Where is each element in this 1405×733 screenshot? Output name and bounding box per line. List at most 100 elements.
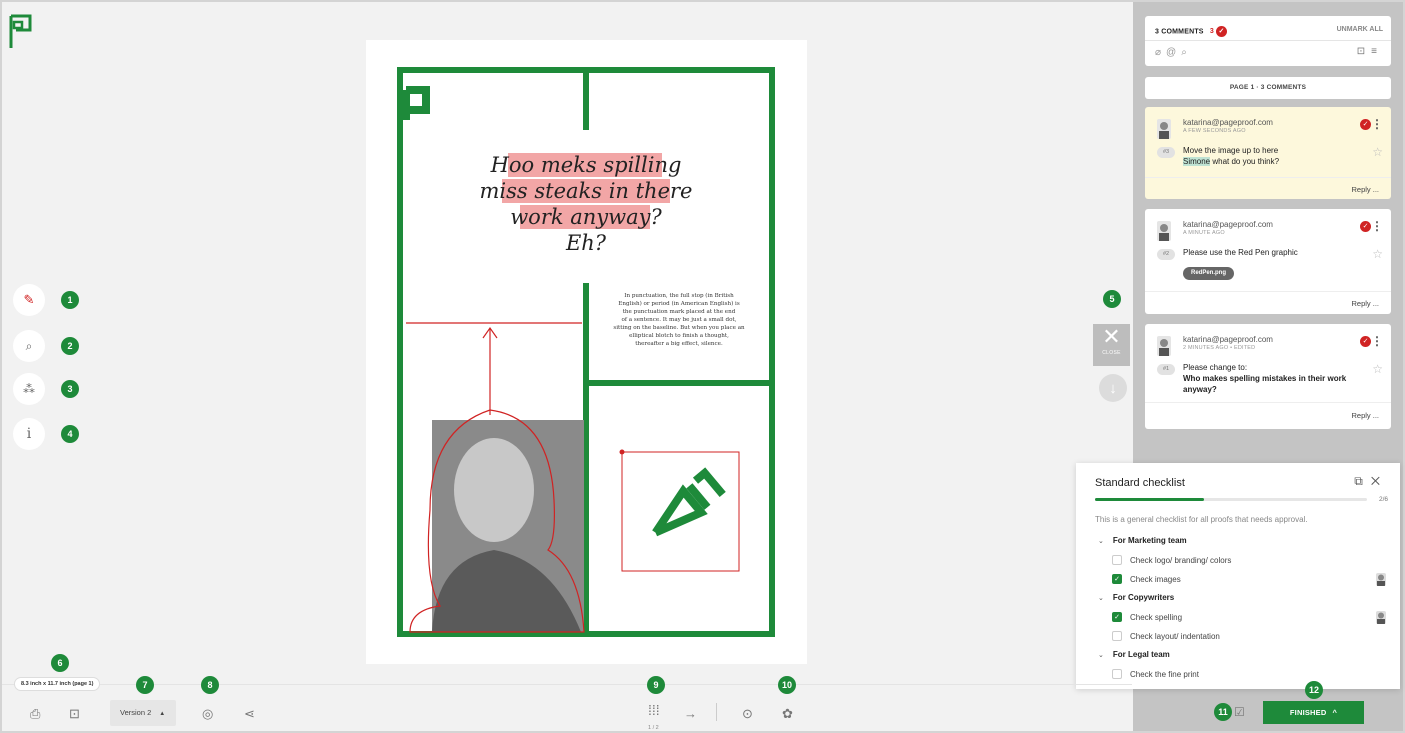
callout-badge: 3 (61, 380, 79, 398)
close-comments-button[interactable]: ✕ CLOSE (1093, 324, 1130, 366)
attachment-icon[interactable]: ⌀ (1155, 47, 1166, 58)
checklist-item[interactable]: ✓ Check spelling (1112, 612, 1182, 622)
comment-sort-tools: ⊡≡ (1357, 46, 1383, 57)
comment-author: katarina@pageproof.com (1183, 220, 1273, 229)
checklist-item[interactable]: ✓ Check images (1112, 574, 1181, 584)
info-button[interactable]: i (13, 418, 45, 450)
star-icon[interactable]: ☆ (1372, 362, 1383, 376)
comment-filter-tools: ⌀@⌕ (1155, 47, 1192, 58)
checkbox[interactable] (1112, 669, 1122, 679)
checkbox[interactable] (1112, 555, 1122, 565)
proof-page[interactable]: Hoo meks spilling miss steaks in there w… (366, 40, 807, 664)
reply-button[interactable]: Reply ... (1351, 299, 1379, 308)
checklist-section[interactable]: ⌄ For Legal team (1098, 650, 1170, 659)
close-icon: ✕ (1102, 324, 1121, 349)
finished-button[interactable]: FINISHED ^ (1263, 701, 1364, 724)
color-palette-icon[interactable]: ✿ (782, 706, 793, 722)
arrow-right-icon[interactable]: → (684, 706, 697, 721)
zoom-icon: ⌕ (25, 338, 33, 353)
magic-tool-button[interactable]: ⁂ (13, 373, 45, 405)
open-external-icon[interactable]: ⧉ (1354, 474, 1371, 488)
zoom-button[interactable]: ⌕ (13, 330, 45, 362)
comment-card[interactable]: katarina@pageproof.com 2 MINUTES AGO • E… (1145, 324, 1391, 429)
callout-badge: 10 (778, 676, 796, 694)
checklist-item[interactable]: Check layout/ indentation (1112, 631, 1220, 641)
comment-number: #1 (1157, 364, 1175, 375)
comment-time: A FEW SECONDS AGO (1183, 128, 1246, 134)
grid-icon[interactable]: ⁞⁞⁞ (648, 702, 660, 718)
comment-number: #2 (1157, 249, 1175, 260)
preview-icon[interactable]: ⊙ (742, 706, 753, 722)
compare-icon[interactable]: ◎ (202, 706, 213, 722)
headline-line-4: Eh? (565, 231, 607, 255)
divider (1145, 402, 1391, 403)
avatar (1376, 611, 1386, 624)
item-label: Check layout/ indentation (1130, 631, 1220, 641)
body-line: In punctuation, the full stop (in Britis… (624, 293, 734, 299)
checklist-item[interactable]: Check the fine print (1112, 669, 1199, 679)
callout-badge: 11 (1214, 703, 1232, 721)
comment-text: Move the image up to here Simone what do… (1183, 145, 1363, 167)
more-options-icon[interactable]: ⋮ (1371, 117, 1383, 131)
avatar (1376, 573, 1386, 586)
resolved-check-icon[interactable]: ✓ (1360, 336, 1371, 347)
more-options-icon[interactable]: ⋮ (1371, 219, 1383, 233)
checkbox-checked[interactable]: ✓ (1112, 574, 1122, 584)
scroll-down-button[interactable]: ↓ (1099, 374, 1127, 402)
search-icon[interactable]: ⌕ (1181, 47, 1192, 58)
close-icon[interactable]: ✕ (1371, 474, 1388, 488)
callout-badge: 7 (136, 676, 154, 694)
print-icon[interactable]: ⎙ (30, 706, 40, 722)
markup-pen-button[interactable]: ✎ (13, 284, 45, 316)
proof-headline: Hoo meks spilling miss steaks in there w… (456, 152, 716, 256)
checklist-progress (1095, 498, 1367, 501)
checklist-section[interactable]: ⌄ For Marketing team (1098, 536, 1187, 545)
version-selector[interactable]: Version 2 ▲ (110, 700, 176, 726)
comment-icon[interactable]: ⊡ (1357, 46, 1371, 57)
callout-badge: 2 (61, 337, 79, 355)
checklist-fraction: 2/6 (1378, 496, 1388, 503)
mention-icon[interactable]: @ (1166, 47, 1181, 58)
comment-line-rest: what do you think? (1210, 157, 1280, 166)
comment-line: Move the image up to here (1183, 146, 1279, 155)
avatar (1157, 336, 1171, 356)
checklist-item[interactable]: Check logo/ branding/ colors (1112, 555, 1231, 565)
close-label: CLOSE (1102, 350, 1121, 356)
sort-icon[interactable]: ≡ (1371, 46, 1383, 57)
comment-text: Please change to: Who makes spelling mis… (1183, 362, 1363, 395)
proof-artwork (397, 67, 775, 637)
section-title: For Marketing team (1112, 536, 1187, 545)
headline-line-3: work anyway? (510, 205, 662, 229)
callout-badge: 8 (201, 676, 219, 694)
info-icon: i (26, 426, 32, 442)
checkbox[interactable] (1112, 631, 1122, 641)
reply-button[interactable]: Reply ... (1351, 185, 1379, 194)
resolved-check-icon[interactable]: ✓ (1360, 221, 1371, 232)
comment-pin-icon[interactable]: ⊡ (69, 706, 80, 722)
attachment-chip[interactable]: RedPen.png (1183, 267, 1235, 280)
unmark-all-button[interactable]: UNMARK ALL (1337, 26, 1383, 33)
share-icon[interactable]: ⋖ (244, 706, 255, 722)
page-comments-header: PAGE 1 · 3 COMMENTS (1145, 77, 1391, 99)
checklist-toggle-icon[interactable]: ☑ (1234, 705, 1245, 719)
checklist-section[interactable]: ⌄ For Copywriters (1098, 593, 1174, 602)
reply-button[interactable]: Reply ... (1351, 411, 1379, 420)
avatar (1157, 119, 1171, 139)
chevron-down-icon: ⌄ (1098, 595, 1104, 602)
callout-badge: 4 (61, 425, 79, 443)
callout-badge: 9 (647, 676, 665, 694)
proof-body-text: In punctuation, the full stop (in Britis… (592, 292, 766, 348)
comment-text: Please use the Red Pen graphic (1183, 248, 1298, 257)
section-title: For Copywriters (1112, 593, 1175, 602)
item-label: Check images (1130, 574, 1181, 584)
checkbox-checked[interactable]: ✓ (1112, 612, 1122, 622)
more-options-icon[interactable]: ⋮ (1371, 334, 1383, 348)
star-icon[interactable]: ☆ (1372, 145, 1383, 159)
checklist-progress-fill (1095, 498, 1204, 501)
item-label: Check the fine print (1130, 669, 1199, 679)
finished-label: FINISHED (1289, 708, 1327, 717)
resolved-check-icon[interactable]: ✓ (1360, 119, 1371, 130)
comment-card[interactable]: katarina@pageproof.com A FEW SECONDS AGO… (1145, 107, 1391, 199)
star-icon[interactable]: ☆ (1372, 247, 1383, 261)
comment-card[interactable]: katarina@pageproof.com A MINUTE AGO ✓ ⋮ … (1145, 209, 1391, 314)
